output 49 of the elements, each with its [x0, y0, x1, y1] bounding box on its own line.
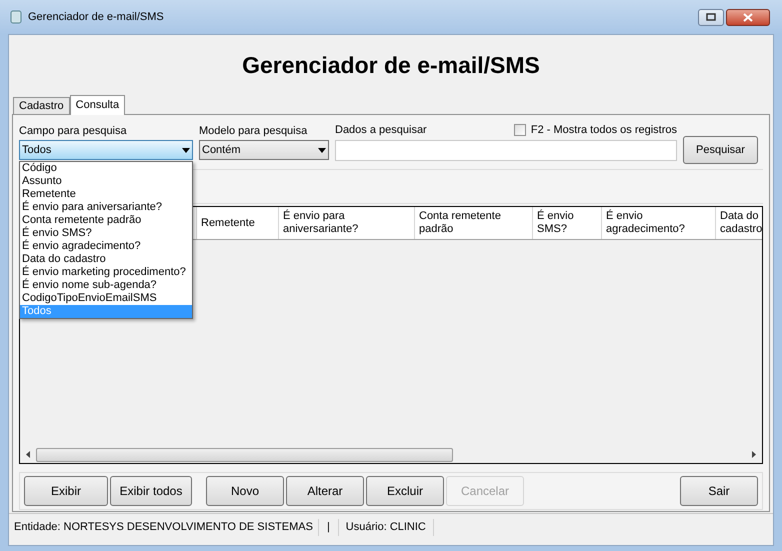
search-button[interactable]: Pesquisar — [683, 136, 758, 164]
app-icon — [10, 10, 22, 24]
action-button[interactable]: Sair — [680, 476, 758, 506]
action-button[interactable]: Exibir todos — [110, 476, 192, 506]
action-button[interactable]: Excluir — [366, 476, 444, 506]
dropdown-option[interactable]: Assunto — [20, 175, 192, 188]
search-field-select[interactable]: Todos — [19, 140, 193, 160]
column-header[interactable]: Data do cadastro — [716, 207, 762, 239]
column-header[interactable]: Conta remetente padrão — [415, 207, 533, 239]
action-button[interactable]: Exibir — [24, 476, 108, 506]
dropdown-option[interactable]: É envio marketing procedimento? — [20, 266, 192, 279]
status-separator: | — [326, 520, 331, 536]
scrollbar-thumb[interactable] — [36, 448, 453, 462]
dropdown-option[interactable]: É envio para aniversariante? — [20, 201, 192, 214]
column-header[interactable]: É envio agradecimento? — [602, 207, 716, 239]
field-label: Campo para pesquisa — [19, 124, 128, 137]
restore-button[interactable] — [698, 8, 724, 26]
dropdown-option[interactable]: Conta remetente padrão — [20, 214, 192, 227]
user-status: Usuário: CLINIC — [338, 519, 434, 536]
dropdown-option[interactable]: Data do cadastro — [20, 253, 192, 266]
scroll-left-icon — [26, 451, 30, 458]
close-button[interactable] — [726, 8, 770, 26]
dropdown-option[interactable]: Remetente — [20, 188, 192, 201]
data-label: Dados a pesquisar — [335, 122, 427, 138]
entity-status: Entidade: NORTESYS DESENVOLVIMENTO DE SISTEMAS — [9, 519, 319, 536]
action-button[interactable]: Novo — [206, 476, 284, 506]
close-icon — [743, 12, 753, 22]
column-header[interactable]: É envio SMS? — [533, 207, 602, 239]
column-header[interactable]: É envio para aniversariante? — [279, 207, 415, 239]
model-label: Modelo para pesquisa — [199, 124, 308, 137]
show-all-label: F2 - Mostra todos os registros — [530, 122, 677, 138]
tab[interactable]: Cadastro — [13, 97, 70, 114]
dropdown-option[interactable]: Código — [20, 162, 192, 175]
model-select[interactable]: Contém — [199, 140, 329, 160]
search-data-input[interactable] — [335, 140, 677, 161]
dropdown-option[interactable]: CodigoTipoEnvioEmailSMS — [20, 292, 192, 305]
tab[interactable]: Consulta — [70, 95, 126, 115]
dropdown-arrow-icon — [182, 148, 190, 152]
page-heading: Gerenciador de e-mail/SMS — [242, 50, 540, 80]
dropdown-option[interactable]: É envio agradecimento? — [20, 240, 192, 253]
column-header[interactable]: Remetente — [197, 207, 279, 239]
dropdown-option[interactable]: É envio SMS? — [20, 227, 192, 240]
action-button[interactable]: Alterar — [286, 476, 364, 506]
dropdown-arrow-icon — [318, 148, 326, 152]
restore-icon — [706, 13, 716, 21]
scroll-right-icon — [752, 451, 756, 458]
show-all-checkbox[interactable] — [514, 124, 526, 136]
dropdown-option[interactable]: É envio nome sub-agenda? — [20, 279, 192, 292]
window-title: Gerenciador de e-mail/SMS — [28, 10, 164, 25]
